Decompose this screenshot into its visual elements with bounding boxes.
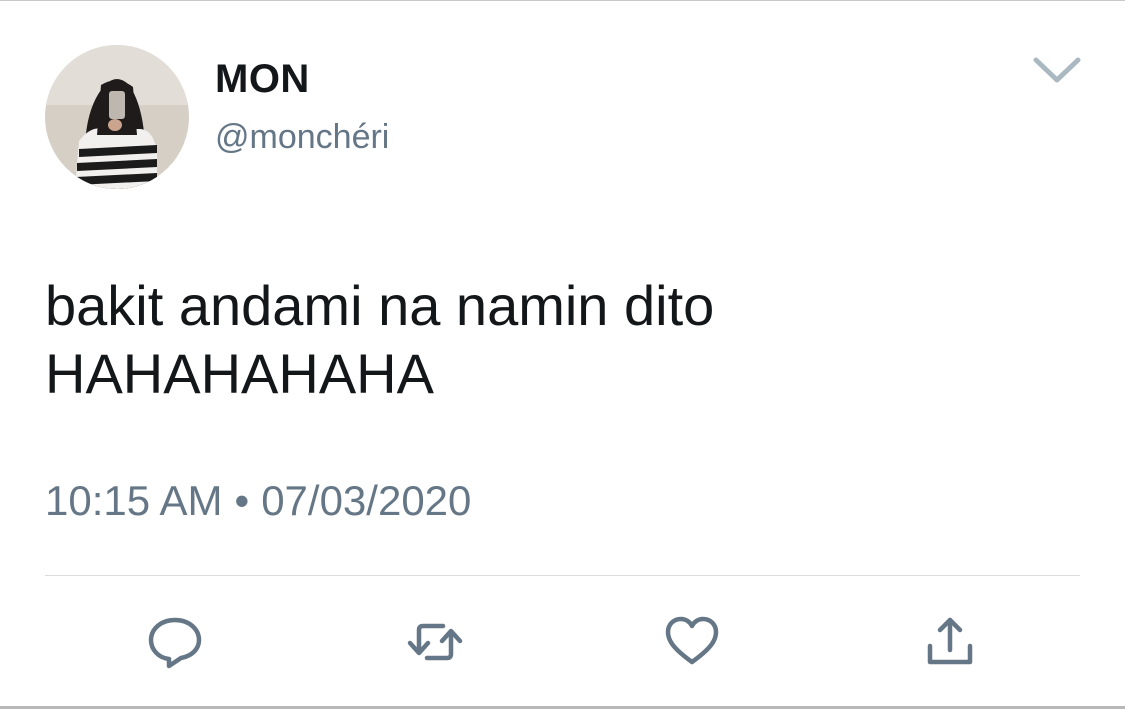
share-button[interactable]	[920, 612, 980, 672]
avatar[interactable]	[45, 45, 189, 189]
tweet-text: bakit andami na namin dito HAHAHAHAHA	[45, 274, 715, 405]
heart-icon	[665, 616, 719, 665]
share-icon	[927, 617, 973, 665]
tweet-time: 10:15 AM	[45, 477, 223, 524]
reply-icon	[148, 617, 202, 669]
like-button[interactable]	[662, 612, 722, 672]
top-border	[0, 0, 1125, 1]
username-handle[interactable]: @monchéri	[215, 117, 389, 157]
tweet-date: 07/03/2020	[261, 477, 472, 524]
reply-button[interactable]	[145, 612, 205, 672]
tweet-timestamp[interactable]: 10:15 AM • 07/03/2020	[45, 476, 471, 526]
chevron-down-icon[interactable]	[1030, 50, 1084, 90]
retweet-button[interactable]	[405, 612, 465, 672]
avatar-photo	[45, 45, 189, 189]
display-name[interactable]: MON	[215, 57, 310, 101]
timestamp-separator: •	[234, 477, 250, 524]
divider	[45, 575, 1080, 576]
retweet-icon	[407, 623, 463, 661]
